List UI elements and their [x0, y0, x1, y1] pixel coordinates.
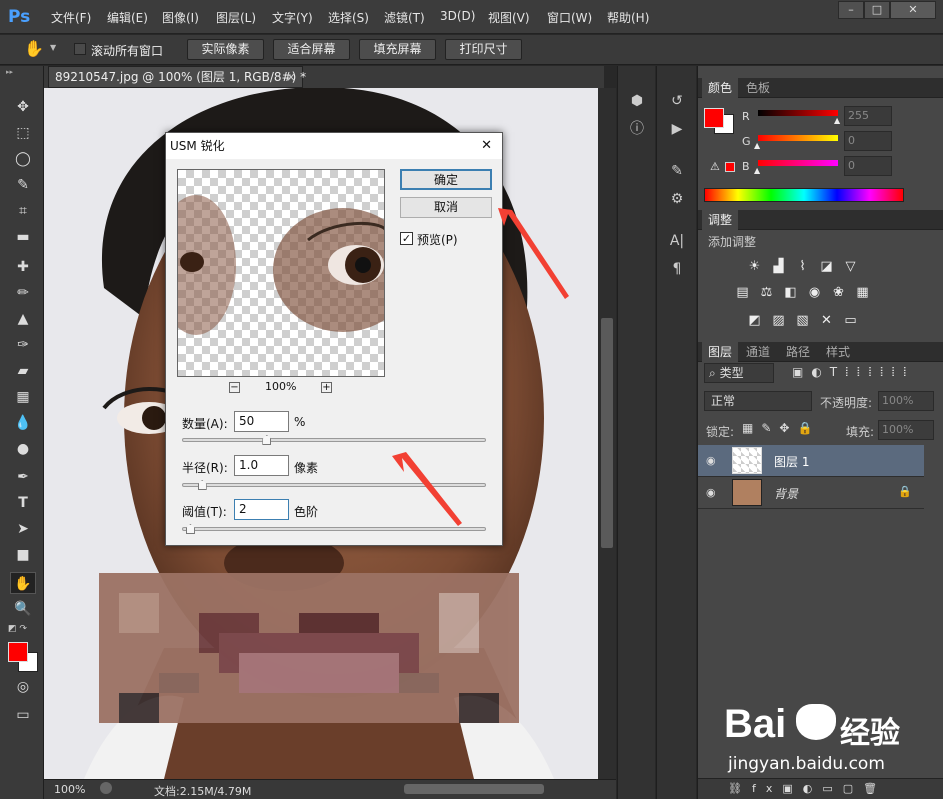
annotation-arrows	[392, 208, 569, 526]
arrow-to-cancel-icon	[498, 208, 569, 299]
arrow-to-sliders-icon	[392, 452, 462, 526]
